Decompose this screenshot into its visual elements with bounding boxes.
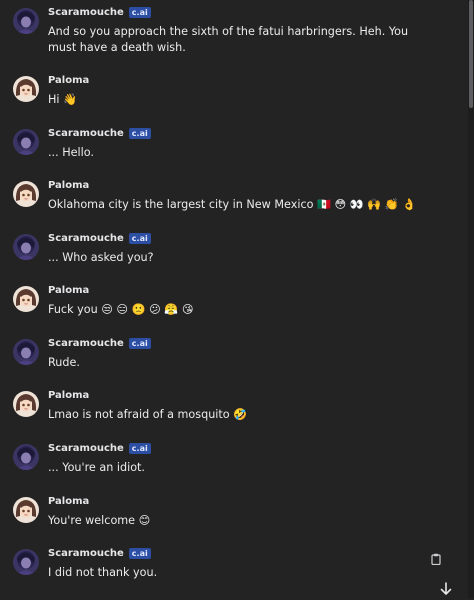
- author-name[interactable]: Scaramouche: [48, 548, 124, 559]
- message-text: I did not thank you.: [48, 566, 158, 579]
- clipboard-icon[interactable]: [431, 550, 441, 569]
- author-name[interactable]: Paloma: [48, 180, 89, 191]
- cai-badge: c.ai: [128, 338, 151, 349]
- message-author: Paloma: [48, 285, 89, 296]
- author-name[interactable]: Paloma: [48, 496, 89, 507]
- author-name[interactable]: Paloma: [48, 75, 89, 86]
- cai-badge: c.ai: [128, 443, 151, 454]
- message-text: Lmao is not afraid of a mosquito 🤣: [48, 408, 248, 421]
- author-name[interactable]: Scaramouche: [48, 443, 124, 454]
- author-name[interactable]: Paloma: [48, 390, 89, 401]
- cai-badge: c.ai: [128, 7, 151, 18]
- message-author: Scaramouche c.ai: [48, 7, 151, 18]
- message-text: ... You're an idiot.: [48, 461, 145, 474]
- arrow-down-icon[interactable]: [439, 581, 453, 600]
- message-text: Oklahoma city is the largest city in New…: [48, 198, 417, 211]
- author-name[interactable]: Scaramouche: [48, 128, 124, 139]
- cai-badge: c.ai: [128, 128, 151, 139]
- message-author: Scaramouche c.ai: [48, 443, 151, 454]
- user-avatar[interactable]: [13, 181, 39, 207]
- author-name[interactable]: Scaramouche: [48, 233, 124, 244]
- message-text: And so you approach the sixth of the fat…: [48, 25, 409, 54]
- bot-avatar[interactable]: [13, 444, 39, 470]
- author-name[interactable]: Scaramouche: [48, 7, 124, 18]
- message-text: ... Who asked you?: [48, 251, 154, 264]
- chat-thread: Scaramouche c.ai And so you approach the s…: [0, 0, 468, 598]
- user-avatar[interactable]: [13, 391, 39, 417]
- message-text: Hi 👋: [48, 93, 78, 106]
- bot-avatar[interactable]: [13, 129, 39, 155]
- bot-avatar[interactable]: [13, 8, 39, 34]
- author-name[interactable]: Paloma: [48, 285, 89, 296]
- scrollbar[interactable]: [468, 0, 474, 598]
- cai-badge: c.ai: [128, 548, 151, 559]
- message-author: Scaramouche c.ai: [48, 233, 151, 244]
- bot-avatar[interactable]: [13, 339, 39, 365]
- message-text: ... Hello.: [48, 146, 94, 159]
- message-author: Scaramouche c.ai: [48, 548, 151, 559]
- bot-avatar[interactable]: [13, 549, 39, 575]
- message-author: Paloma: [48, 75, 89, 86]
- message-text: You're welcome 😊: [48, 514, 151, 527]
- message-text: Fuck you 😒 😑 🙁 😕 😤 😘: [48, 303, 194, 316]
- user-avatar[interactable]: [13, 76, 39, 102]
- scrollbar-thumb[interactable]: [469, 0, 473, 108]
- bot-avatar[interactable]: [13, 234, 39, 260]
- message-text: Rude.: [48, 356, 80, 369]
- author-name[interactable]: Scaramouche: [48, 338, 124, 349]
- cai-badge: c.ai: [128, 233, 151, 244]
- user-avatar[interactable]: [13, 286, 39, 312]
- message-author: Paloma: [48, 180, 89, 191]
- message-author: Scaramouche c.ai: [48, 338, 151, 349]
- message-author: Paloma: [48, 496, 89, 507]
- message-author: Scaramouche c.ai: [48, 128, 151, 139]
- user-avatar[interactable]: [13, 497, 39, 523]
- message-author: Paloma: [48, 390, 89, 401]
